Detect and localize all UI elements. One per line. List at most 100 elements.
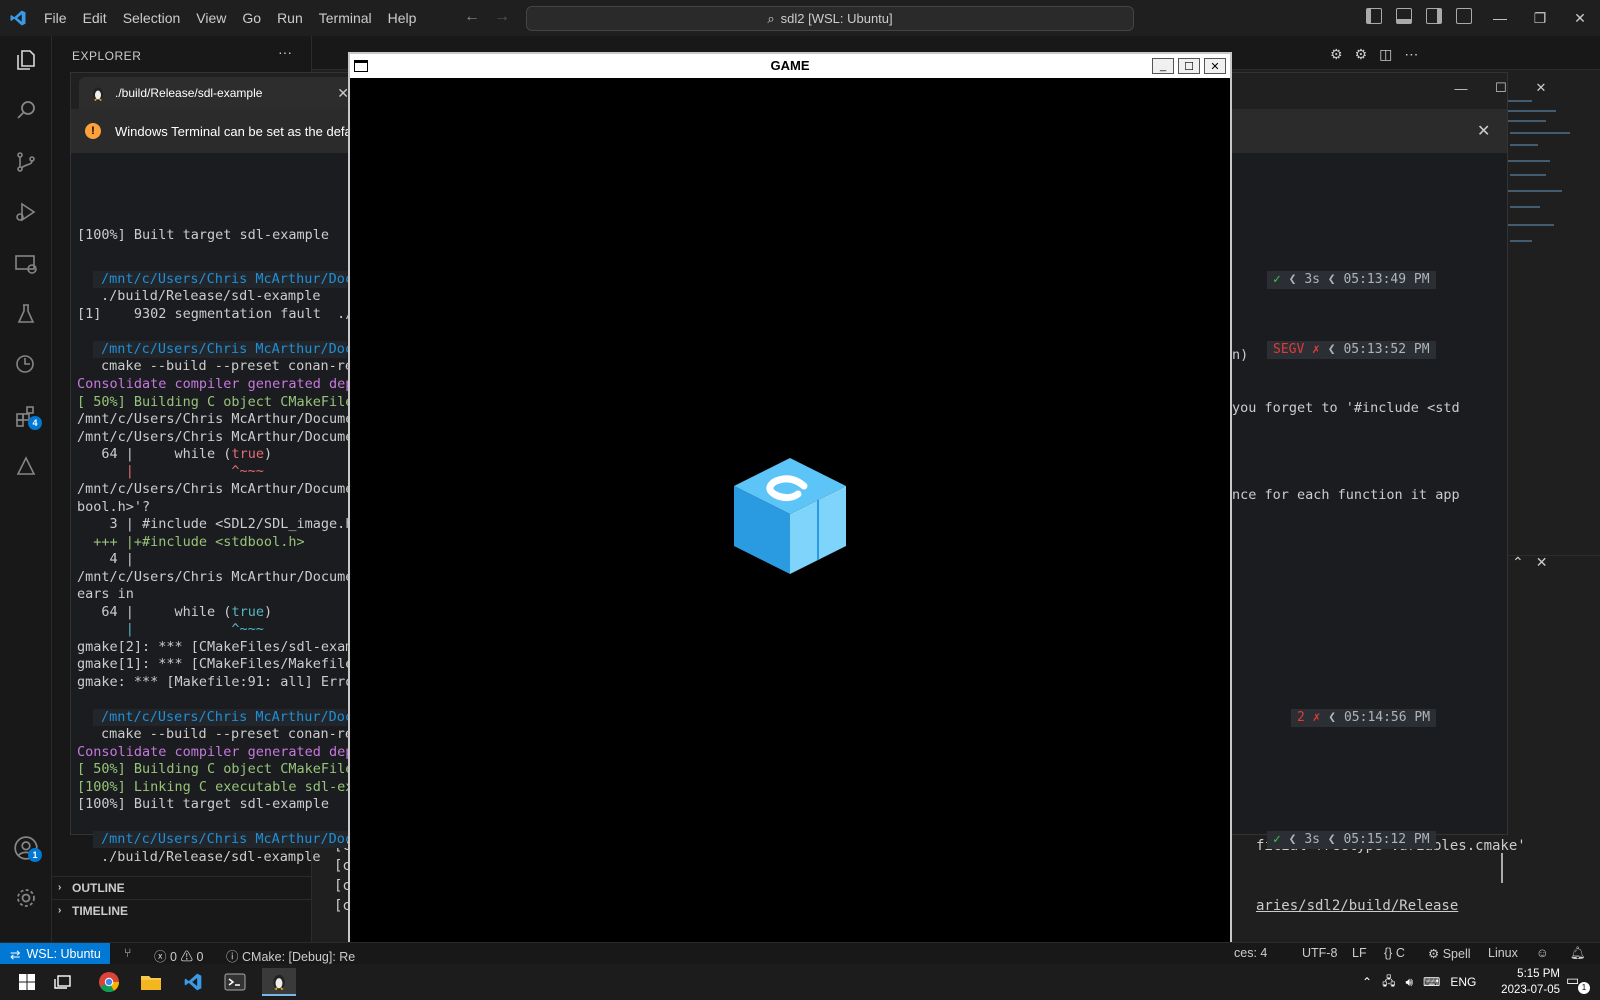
close-icon[interactable]: ✕ — [1204, 58, 1226, 74]
more-actions-icon[interactable]: ··· — [278, 44, 292, 60]
vscode-logo-icon — [0, 0, 36, 36]
remote-label: WSL: Ubuntu — [26, 947, 101, 961]
close-icon[interactable]: ✕ — [1560, 0, 1600, 36]
terminal-line: Consolidate compiler generated depe — [77, 744, 362, 760]
tux-game-taskbar-icon[interactable] — [262, 968, 296, 996]
close-icon[interactable]: ✕ — [1521, 73, 1561, 103]
timeline-section[interactable]: › TIMELINE — [52, 899, 312, 921]
split-editor-icon[interactable]: ◫ — [1379, 46, 1392, 63]
restore-icon[interactable]: ❐ — [1520, 0, 1560, 36]
terminal-line: [ 50%] Building C object CMakeFiles — [77, 761, 362, 777]
settings-icon[interactable]: ⚙ — [1355, 46, 1368, 63]
settings-gear-icon[interactable] — [12, 884, 40, 912]
windows-start-icon[interactable] — [10, 968, 44, 996]
terminal-line: [1] 9302 segmentation fault ./b — [77, 306, 362, 322]
minimize-icon[interactable]: — — [1441, 73, 1481, 103]
terminal-line: /mnt/c/Users/Chris McArthur/Documen — [77, 429, 362, 445]
vscode-taskbar-icon[interactable] — [176, 968, 210, 996]
volume-icon[interactable]: 🔊︎ — [1405, 975, 1413, 990]
menu-terminal[interactable]: Terminal — [311, 0, 380, 36]
language-label: C — [1395, 946, 1405, 960]
output-fragment: n) — [1232, 347, 1249, 363]
terminal-scrollbar[interactable] — [1501, 853, 1503, 883]
cmake-status[interactable]: ⓘ CMake: [Debug]: Re — [226, 946, 355, 965]
spell-label: Spell — [1442, 947, 1471, 961]
close-panel-icon[interactable]: ✕ — [1536, 554, 1548, 571]
terminal-line: /mnt/c/Users/Chris McArthur/Documen — [77, 481, 362, 497]
command-center-search[interactable]: ⌕ sdl2 [WSL: Ubuntu] — [526, 6, 1134, 31]
terminal-line: 3 | #include <SDL2/SDL_image.h> — [77, 516, 362, 532]
error-icon: ⓧ — [154, 950, 167, 964]
maximize-icon[interactable]: ☐ — [1481, 73, 1521, 103]
chevron-right-icon: › — [58, 882, 62, 893]
docker-icon[interactable] — [12, 452, 40, 480]
status-bar: ⇄ WSL: Ubuntu ⑂ ⓧ 0 ⚠ 0 ⓘ CMake: [Debug]… — [0, 942, 1600, 965]
outline-section[interactable]: › OUTLINE — [52, 876, 312, 898]
menu-help[interactable]: Help — [380, 0, 425, 36]
source-control-icon[interactable] — [12, 148, 40, 176]
menu-file[interactable]: File — [36, 0, 75, 36]
minimize-icon[interactable]: — — [1480, 0, 1520, 36]
customize-layout-icon[interactable] — [1456, 8, 1472, 24]
maximize-icon[interactable]: ☐ — [1178, 58, 1200, 74]
encoding-status[interactable]: UTF-8 — [1302, 946, 1337, 960]
prompt-status-segment: 2 ✗ ❮ 05:14:56 PM — [1291, 709, 1437, 727]
prompt-status-segment: ✓ ❮ 3s ❮ 05:13:49 PM — [1267, 271, 1436, 289]
terminal-tab[interactable]: ./build/Release/sdl-example ✕ — [79, 77, 359, 109]
menu-view[interactable]: View — [188, 0, 234, 36]
toggle-secondary-sidebar-icon[interactable] — [1426, 8, 1442, 24]
indentation-status[interactable]: ces: 4 — [1234, 946, 1267, 960]
back-arrow-icon[interactable]: ← — [464, 8, 480, 26]
file-explorer-icon[interactable] — [134, 968, 168, 996]
menu-selection[interactable]: Selection — [115, 0, 189, 36]
menu-edit[interactable]: Edit — [75, 0, 115, 36]
layout-controls — [1366, 8, 1472, 24]
branch-icon[interactable]: ⑂ — [124, 946, 132, 960]
remote-indicator[interactable]: ⇄ WSL: Ubuntu — [0, 943, 110, 965]
terminal-taskbar-icon[interactable] — [218, 968, 252, 996]
cmake-icon[interactable] — [12, 350, 40, 378]
language-status[interactable]: {} C — [1384, 946, 1405, 960]
prompt-status-segment: SEGV ✗ ❮ 05:13:52 PM — [1267, 341, 1436, 359]
spell-status[interactable]: ⚙ Spell — [1428, 946, 1471, 961]
menu-go[interactable]: Go — [234, 0, 269, 36]
toggle-sidebar-icon[interactable] — [1366, 8, 1382, 24]
toggle-panel-icon[interactable] — [1396, 8, 1412, 24]
menu-run[interactable]: Run — [269, 0, 311, 36]
task-view-icon[interactable] — [46, 968, 80, 996]
panel-link[interactable]: aries/sdl2/build/Release — [1256, 898, 1458, 914]
eol-status[interactable]: LF — [1352, 946, 1367, 960]
terminal-line: 64 | while (true) — [77, 604, 273, 620]
terminal-window-controls: — ☐ ✕ — [1441, 73, 1561, 103]
keyboard-icon[interactable]: ⌨ — [1423, 975, 1440, 989]
testing-flask-icon[interactable] — [12, 300, 40, 328]
maximize-panel-icon[interactable]: ⌃ — [1512, 554, 1524, 571]
feedback-icon[interactable]: ☺ — [1536, 946, 1549, 960]
explorer-files-icon[interactable] — [12, 46, 40, 74]
prompt-path: /mnt/c/Users/Chris McArthur/Docu — [101, 341, 362, 357]
minimize-icon[interactable]: _ — [1152, 58, 1174, 74]
info-circle-icon: ⓘ — [226, 950, 239, 964]
forward-arrow-icon[interactable]: → — [494, 8, 510, 26]
run-icon[interactable]: ⚙ — [1330, 46, 1343, 63]
tray-overflow-chevron-icon[interactable]: ⌃ — [1362, 975, 1372, 989]
infobar-close-icon[interactable]: ✕ — [1477, 121, 1490, 141]
platform-status[interactable]: Linux — [1488, 946, 1518, 960]
prompt-path: /mnt/c/Users/Chris McArthur/Docu — [101, 831, 362, 847]
command-timestamp: 05:13:49 PM — [1343, 272, 1430, 287]
terminal-line: cmake --build --preset conan-rel — [101, 726, 362, 742]
taskbar-clock[interactable]: 5:15 PM 2023-07-05 — [1490, 966, 1560, 998]
network-icon[interactable]: 🖧︎ — [1382, 972, 1395, 993]
remote-explorer-icon[interactable] — [12, 250, 40, 278]
notifications-bell-icon[interactable]: 🔔︎ — [1570, 946, 1586, 961]
search-label: sdl2 [WSL: Ubuntu] — [780, 11, 893, 26]
more-icon[interactable]: ⋯ — [1404, 46, 1418, 63]
terminal-line: gmake[2]: *** [CMakeFiles/sdl-examp — [77, 639, 362, 655]
problems-indicator[interactable]: ⓧ 0 ⚠ 0 — [154, 946, 203, 965]
chrome-icon[interactable] — [92, 968, 126, 996]
input-language[interactable]: ENG — [1450, 975, 1476, 989]
game-canvas[interactable] — [352, 78, 1228, 944]
search-icon[interactable] — [12, 96, 40, 124]
terminal-line: [100%] Linking C executable sdl-exa — [77, 779, 362, 795]
run-debug-icon[interactable] — [12, 198, 40, 226]
